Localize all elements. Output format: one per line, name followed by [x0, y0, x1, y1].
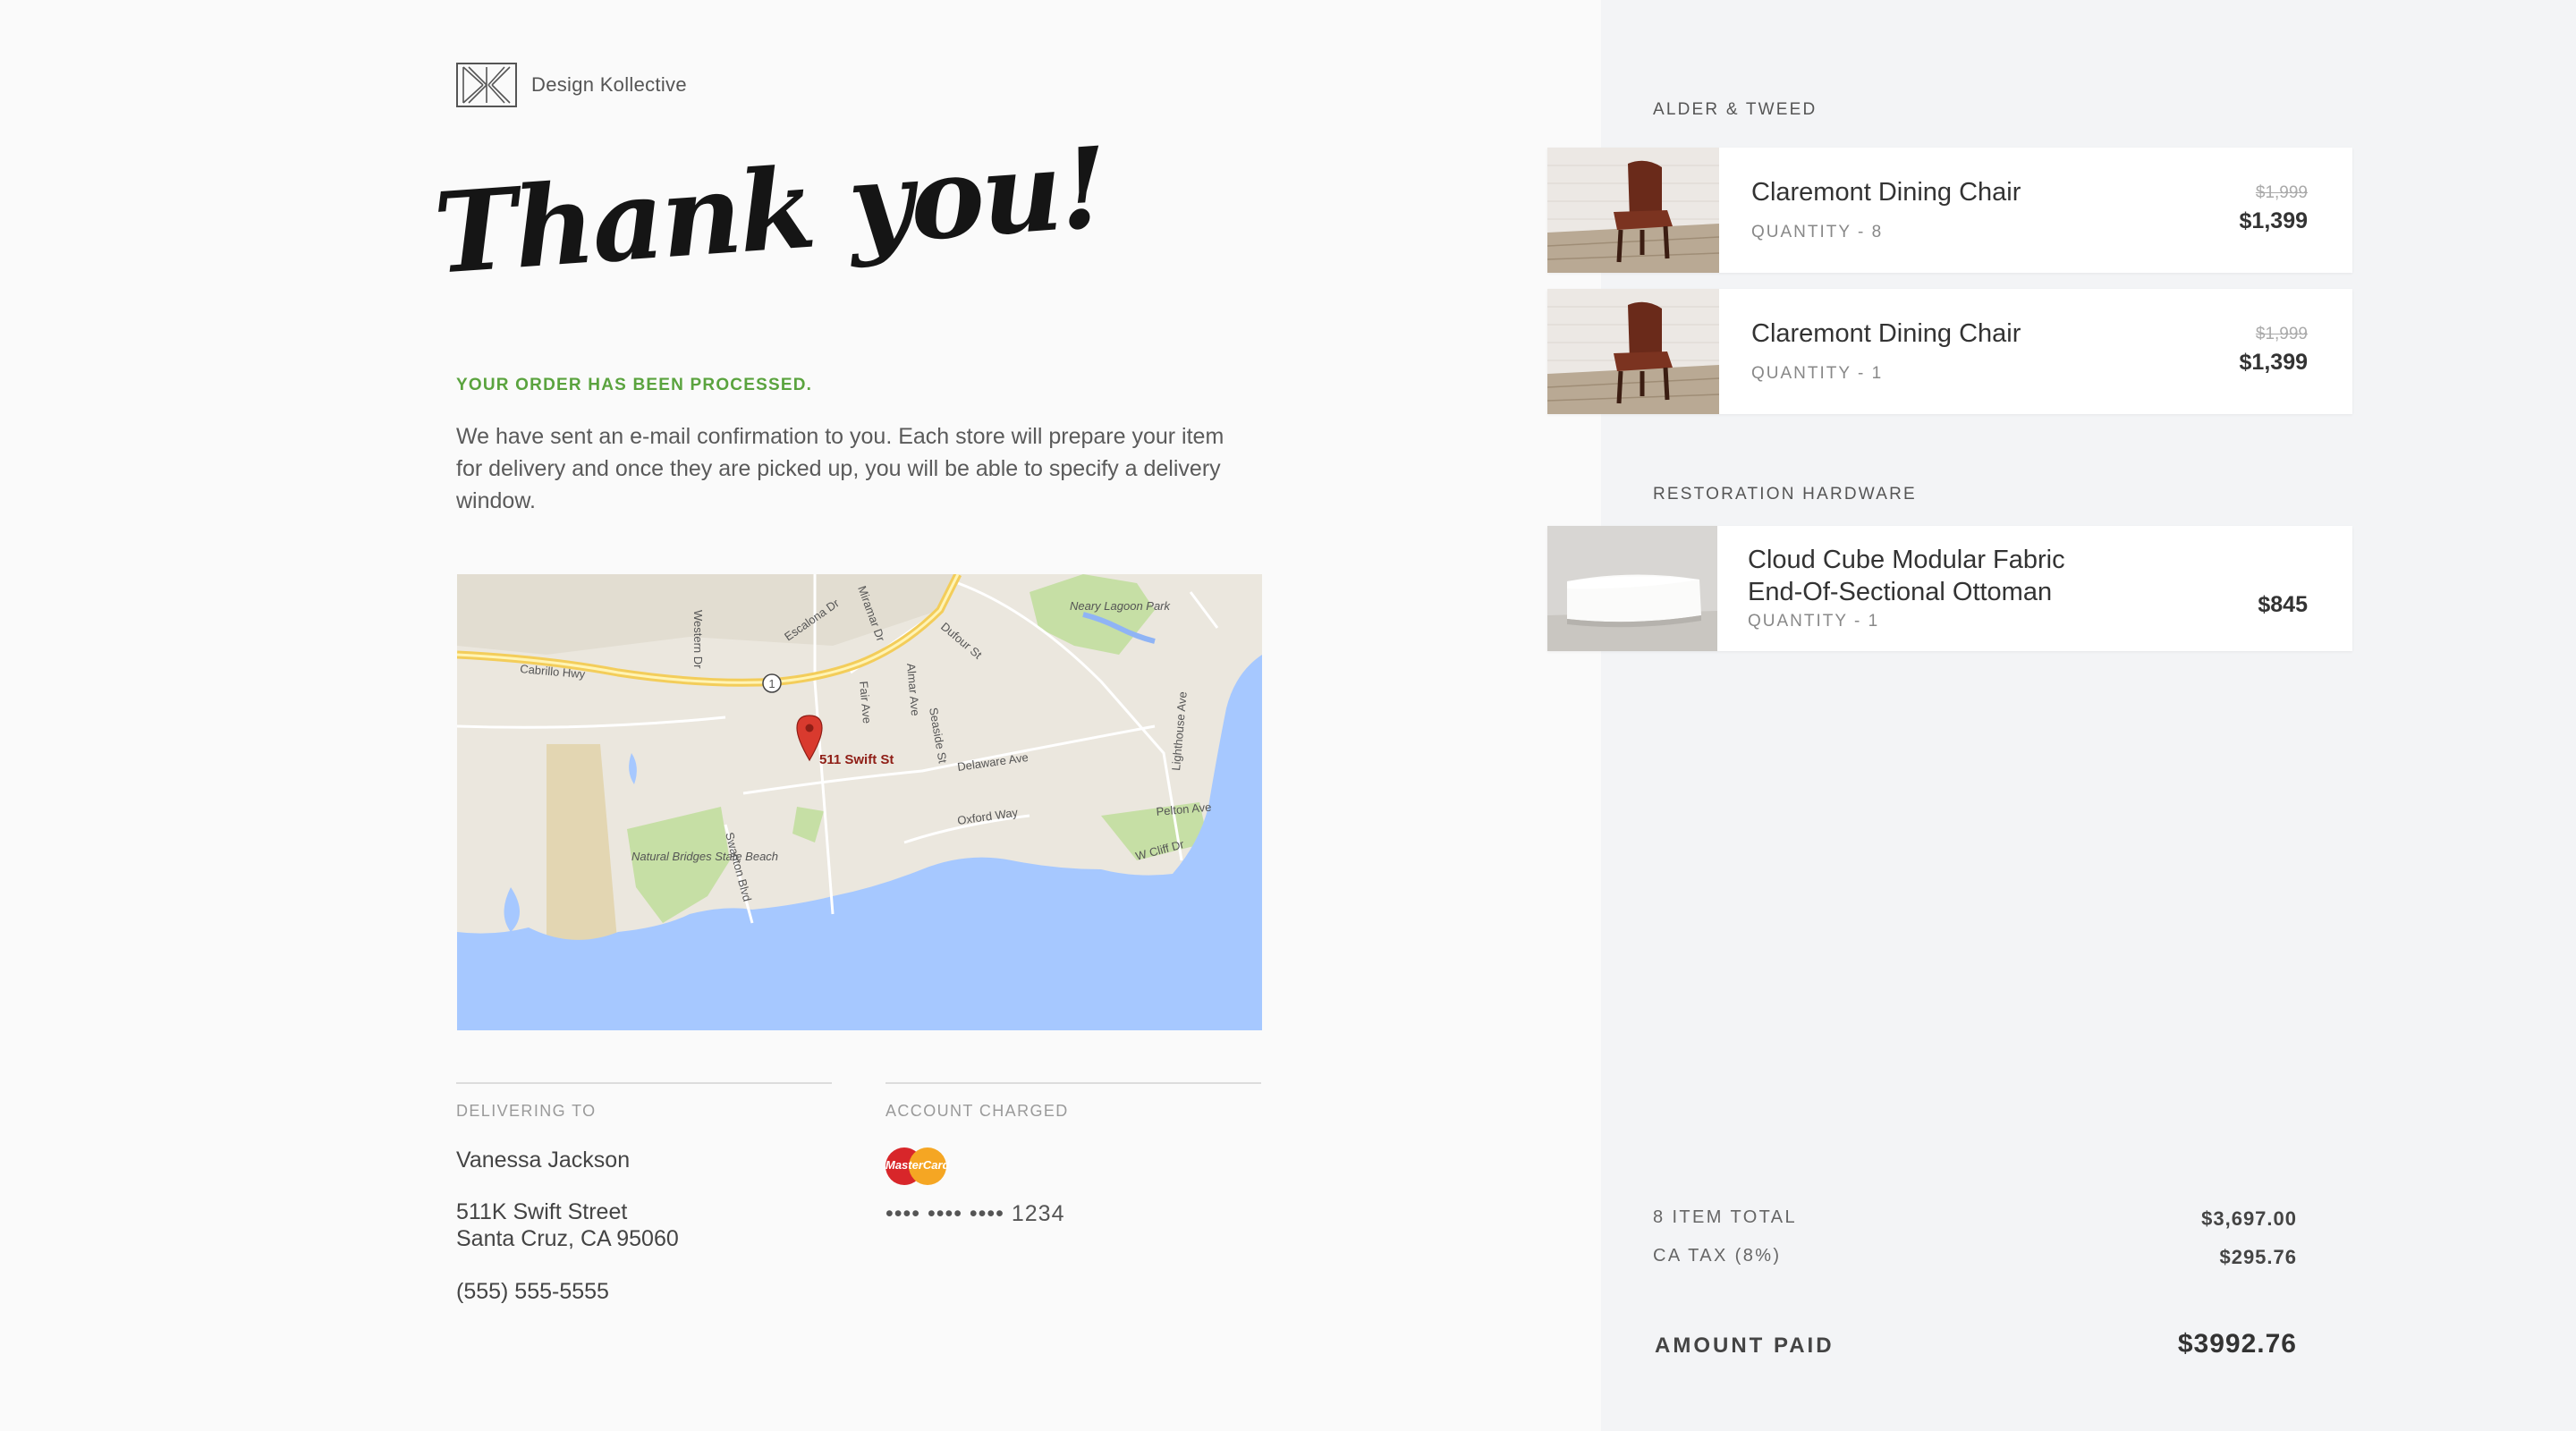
map-label-western: Western Dr: [691, 610, 705, 669]
order-status: YOUR ORDER HAS BEEN PROCESSED.: [456, 376, 813, 394]
item-title-line2: End-Of-Sectional Ottoman: [1748, 578, 2053, 606]
items-total-row: 8 ITEM TOTAL $3,697.00: [1653, 1207, 2297, 1231]
delivery-map[interactable]: 1 Cabrillo Hwy Western Dr Escalona Dr Mi…: [457, 574, 1262, 1030]
mastercard-icon: MasterCard: [886, 1146, 950, 1185]
thank-you-heading: Thank you!: [429, 123, 1110, 300]
store-name: ALDER & TWEED: [1653, 100, 1818, 119]
confirmation-panel: Design Kollective Thank you! YOUR ORDER …: [0, 0, 1601, 1431]
item-price: $1,399: [2239, 208, 2308, 233]
item-price: $845: [2258, 592, 2308, 617]
route-marker: 1: [768, 677, 775, 690]
item-title[interactable]: Claremont Dining Chair: [1751, 176, 2021, 208]
tax-value: $295.76: [2219, 1246, 2297, 1268]
confirmation-message: We have sent an e-mail confirmation to y…: [456, 424, 1224, 513]
brand[interactable]: Design Kollective: [456, 63, 687, 107]
cart-item[interactable]: Claremont Dining Chair QUANTITY - 1 $1,9…: [1547, 289, 2352, 414]
cart-item[interactable]: Cloud Cube Modular Fabric End-Of-Section…: [1547, 526, 2352, 651]
tax-row: CA TAX (8%) $295.76: [1653, 1246, 2297, 1269]
delivering-to-label: DELIVERING TO: [456, 1102, 597, 1120]
cart-item[interactable]: Claremont Dining Chair QUANTITY - 8 $1,9…: [1547, 148, 2352, 273]
brand-name: Design Kollective: [531, 73, 687, 96]
map-label-neary: Neary Lagoon Park: [1070, 599, 1172, 613]
map-canvas[interactable]: 1 Cabrillo Hwy Western Dr Escalona Dr Mi…: [457, 574, 1262, 1030]
items-total-label: 8 ITEM TOTAL: [1653, 1207, 1798, 1227]
card-number: •••• •••• •••• 1234: [886, 1201, 1065, 1226]
item-quantity: QUANTITY - 1: [1748, 612, 1880, 631]
items-total-value: $3,697.00: [2201, 1207, 2297, 1230]
item-price: $1,399: [2239, 350, 2308, 375]
item-title-line1: Cloud Cube Modular Fabric: [1748, 546, 2065, 574]
pin-label: 511 Swift St: [819, 752, 894, 767]
map-label-natural-bridges: Natural Bridges State Beach: [631, 850, 778, 863]
account-charged-label: ACCOUNT CHARGED: [886, 1102, 1069, 1120]
address-street: 511K Swift Street: [456, 1199, 628, 1224]
ottoman-thumbnail: [1547, 526, 1717, 651]
amount-paid-row: AMOUNT PAID $3992.76: [1655, 1329, 2297, 1359]
tax-label: CA TAX (8%): [1653, 1246, 1782, 1266]
item-original-price: $1,999: [2255, 325, 2308, 343]
delivery-info: DELIVERING TO Vanessa Jackson 511K Swift…: [456, 1082, 832, 1305]
delivery-address: 511K Swift Street Santa Cruz, CA 95060: [456, 1198, 832, 1252]
address-city: Santa Cruz, CA 95060: [456, 1226, 679, 1251]
account-info: ACCOUNT CHARGED MasterCard •••• •••• •••…: [886, 1082, 1261, 1227]
card-brand-text: MasterCard: [886, 1158, 950, 1172]
item-title[interactable]: Cloud Cube Modular Fabric End-Of-Section…: [1748, 544, 2065, 608]
chair-thumbnail: [1547, 289, 1719, 414]
amount-paid-value: $3992.76: [2177, 1329, 2297, 1359]
item-title[interactable]: Claremont Dining Chair: [1751, 318, 2021, 350]
recipient-phone: (555) 555-5555: [456, 1279, 609, 1304]
store-name: RESTORATION HARDWARE: [1653, 485, 1917, 504]
item-quantity: QUANTITY - 1: [1751, 364, 1884, 383]
recipient-name: Vanessa Jackson: [456, 1147, 631, 1173]
item-original-price: $1,999: [2255, 183, 2308, 202]
dk-monogram-icon: [456, 63, 517, 107]
item-quantity: QUANTITY - 8: [1751, 223, 1884, 241]
chair-thumbnail: [1547, 148, 1719, 273]
amount-paid-label: AMOUNT PAID: [1655, 1334, 1835, 1358]
